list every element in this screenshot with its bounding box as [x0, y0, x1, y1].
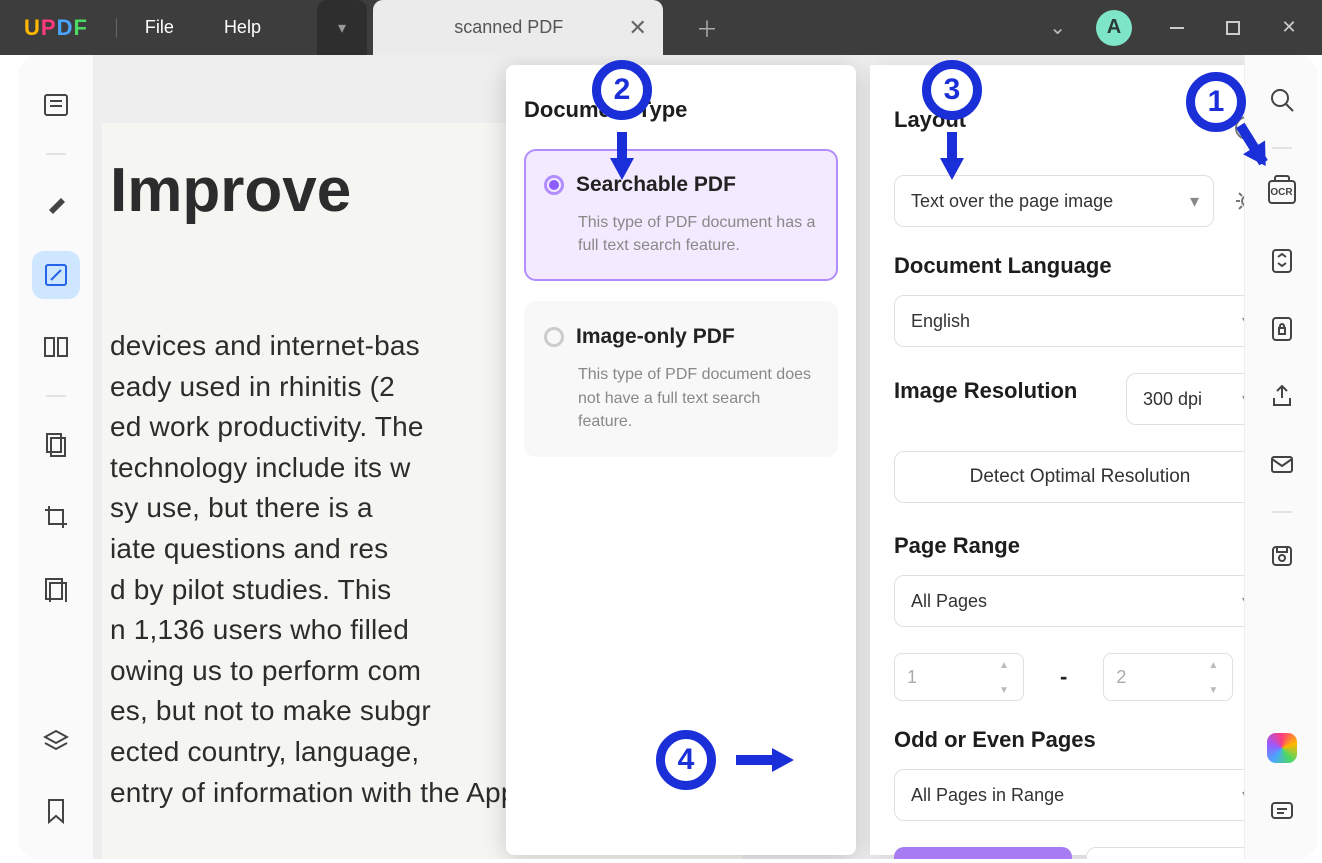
tab-active[interactable]: scanned PDF ✕	[373, 0, 663, 55]
settings-icon[interactable]	[1228, 182, 1244, 220]
page-range-heading: Page Range	[894, 533, 1244, 559]
tab-previous[interactable]: ▾	[317, 0, 367, 55]
separator	[46, 153, 66, 155]
redact-icon[interactable]	[32, 565, 80, 613]
tab-close-icon[interactable]: ✕	[629, 15, 647, 41]
share-icon[interactable]	[1261, 375, 1303, 417]
detect-resolution-button[interactable]: Detect Optimal Resolution	[894, 451, 1244, 503]
convert-icon[interactable]	[1261, 239, 1303, 281]
step-marker-3: 3	[922, 60, 982, 120]
layers-icon[interactable]	[32, 717, 80, 765]
search-icon[interactable]	[1261, 79, 1303, 121]
option-searchable-pdf[interactable]: Searchable PDF This type of PDF document…	[524, 149, 838, 281]
option-title: Image-only PDF	[576, 325, 735, 348]
new-tab-button[interactable]: ＋	[693, 14, 721, 42]
separator	[1272, 147, 1292, 149]
arrow-icon	[610, 158, 634, 180]
window-close-icon[interactable]: ✕	[1266, 8, 1312, 48]
option-desc: This type of PDF document has a full tex…	[578, 211, 818, 257]
page-from-input[interactable]: 1▲▼	[894, 653, 1024, 701]
language-dropdown[interactable]: English	[894, 295, 1244, 347]
arrow-icon	[772, 748, 794, 772]
option-title: Searchable PDF	[576, 173, 736, 196]
document-type-heading: Document Type	[524, 97, 838, 123]
menu-help[interactable]: Help	[224, 17, 261, 38]
layout-dropdown[interactable]: Text over the page image	[894, 175, 1214, 227]
window-maximize-icon[interactable]	[1210, 8, 1256, 48]
divider	[116, 18, 117, 38]
odd-even-heading: Odd or Even Pages	[894, 727, 1244, 753]
odd-even-dropdown[interactable]: All Pages in Range	[894, 769, 1244, 821]
reader-icon[interactable]	[32, 81, 80, 129]
ocr-icon[interactable]: OCR	[1261, 171, 1303, 213]
compare-icon[interactable]	[32, 323, 80, 371]
ai-icon[interactable]	[1261, 727, 1303, 769]
arrow-icon	[940, 158, 964, 180]
cancel-button[interactable]: Cancel	[1086, 847, 1244, 859]
email-icon[interactable]	[1261, 443, 1303, 485]
range-dash: -	[1060, 664, 1067, 690]
language-heading: Document Language	[894, 253, 1244, 279]
resolution-dropdown[interactable]: 300 dpi	[1126, 373, 1244, 425]
step-marker-2: 2	[592, 60, 652, 120]
pages-icon[interactable]	[32, 421, 80, 469]
page-to-input[interactable]: 2▲▼	[1103, 653, 1233, 701]
left-toolbar	[18, 55, 94, 859]
edit-icon[interactable]	[32, 251, 80, 299]
ocr-panel: Document Type Searchable PDF This type o…	[416, 65, 1244, 855]
separator	[1272, 511, 1292, 513]
resolution-heading: Image Resolution	[894, 378, 1112, 404]
menu-file[interactable]: File	[145, 17, 174, 38]
step-marker-1: 1	[1186, 72, 1246, 132]
ocr-settings-panel: Layout ? Text over the page image Docume…	[870, 65, 1244, 855]
user-avatar[interactable]: A	[1096, 10, 1132, 46]
save-icon[interactable]	[1261, 535, 1303, 577]
comment-icon[interactable]	[1261, 791, 1303, 833]
crop-icon[interactable]	[32, 493, 80, 541]
bookmark-icon[interactable]	[32, 787, 80, 835]
app-logo: UPDF	[24, 15, 88, 41]
highlighter-icon[interactable]	[32, 179, 80, 227]
perform-ocr-button[interactable]: Perform OCR	[894, 847, 1072, 859]
step-marker-4: 4	[656, 730, 716, 790]
titlebar: UPDF File Help ▾ scanned PDF ✕ ＋ ⌄ A ✕	[0, 0, 1322, 55]
protect-icon[interactable]	[1261, 307, 1303, 349]
dropdown-icon[interactable]: ⌄	[1049, 15, 1066, 40]
window-minimize-icon[interactable]	[1154, 8, 1200, 48]
right-toolbar: OCR	[1244, 55, 1318, 859]
option-desc: This type of PDF document does not have …	[578, 363, 818, 433]
page-range-dropdown[interactable]: All Pages	[894, 575, 1244, 627]
separator	[46, 395, 66, 397]
tab-title: scanned PDF	[389, 17, 629, 38]
radio-icon	[544, 175, 564, 195]
option-image-only-pdf[interactable]: Image-only PDF This type of PDF document…	[524, 301, 838, 457]
radio-icon	[544, 327, 564, 347]
